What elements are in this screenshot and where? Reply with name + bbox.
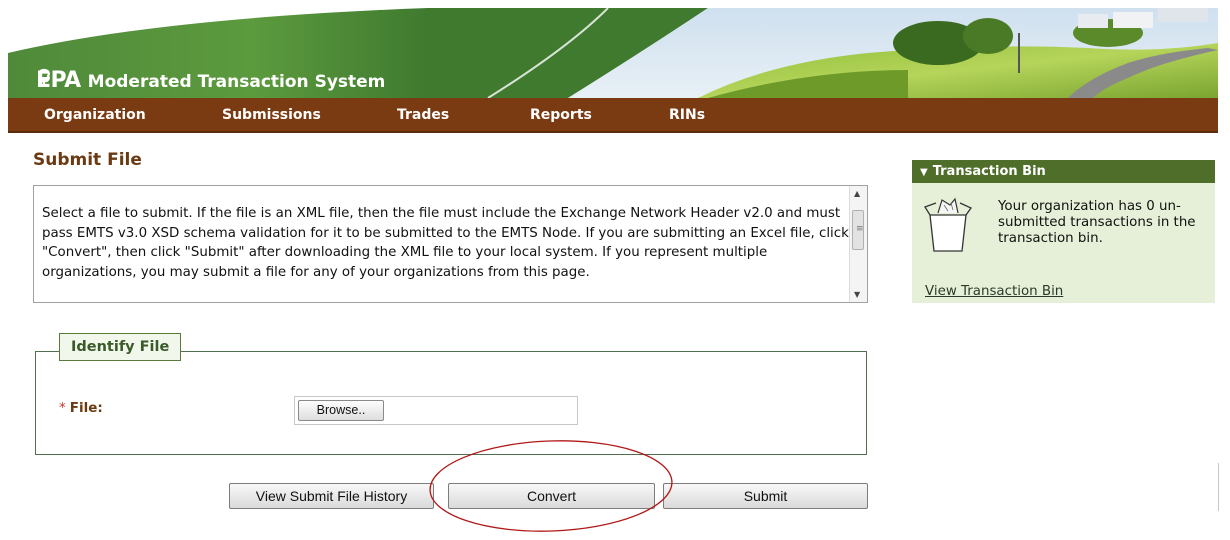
- page-title: Submit File: [33, 150, 142, 170]
- nav-submissions[interactable]: Submissions: [222, 107, 321, 123]
- transaction-bin-title: Transaction Bin: [932, 164, 1046, 179]
- header-banner: EPA Moderated Transaction System: [8, 8, 1218, 98]
- browse-button[interactable]: Browse..: [298, 400, 384, 421]
- instructions-text: Select a file to submit. If the file is …: [42, 206, 849, 281]
- view-submit-file-history-button[interactable]: View Submit File History: [229, 483, 434, 509]
- instructions-scrollbar[interactable]: ▲ ≡ ▼: [849, 186, 867, 302]
- file-label-text: File:: [69, 400, 103, 416]
- transaction-bin-header[interactable]: ▼ Transaction Bin: [912, 160, 1215, 183]
- submit-button[interactable]: Submit: [663, 483, 868, 509]
- main-nav: Organization Submissions Trades Reports …: [8, 98, 1218, 133]
- file-field-label: * File:: [59, 400, 103, 416]
- epa-logo[interactable]: EPA Moderated Transaction System: [36, 68, 385, 93]
- file-input[interactable]: Browse..: [294, 396, 578, 425]
- view-transaction-bin-link[interactable]: View Transaction Bin: [925, 284, 1063, 299]
- nav-reports[interactable]: Reports: [530, 107, 592, 123]
- identify-file-legend: Identify File: [59, 333, 182, 361]
- instructions-box[interactable]: Select a file to submit. If the file is …: [33, 185, 868, 303]
- collapse-caret-icon: ▼: [920, 167, 928, 178]
- nav-rins[interactable]: RINs: [669, 107, 705, 123]
- transaction-bin-message: Your organization has 0 un-submitted tra…: [998, 199, 1196, 246]
- convert-button[interactable]: Convert: [448, 483, 655, 509]
- epa-flower-icon: [38, 68, 50, 85]
- grip-icon: ≡: [856, 224, 864, 234]
- transaction-bin-panel: ▼ Transaction Bin Your organization has 0…: [912, 160, 1215, 303]
- required-marker: *: [59, 400, 66, 416]
- scroll-down-icon[interactable]: ▼: [854, 290, 860, 299]
- app-title: Moderated Transaction System: [87, 72, 386, 92]
- scroll-up-icon[interactable]: ▲: [854, 189, 860, 198]
- page-edge-divider: [1218, 463, 1219, 511]
- bin-box-icon: [924, 197, 972, 252]
- nav-organization[interactable]: Organization: [44, 107, 146, 123]
- epa-logo-mark: EPA: [36, 68, 81, 93]
- scroll-thumb[interactable]: ≡: [852, 210, 864, 250]
- nav-trades[interactable]: Trades: [397, 107, 449, 123]
